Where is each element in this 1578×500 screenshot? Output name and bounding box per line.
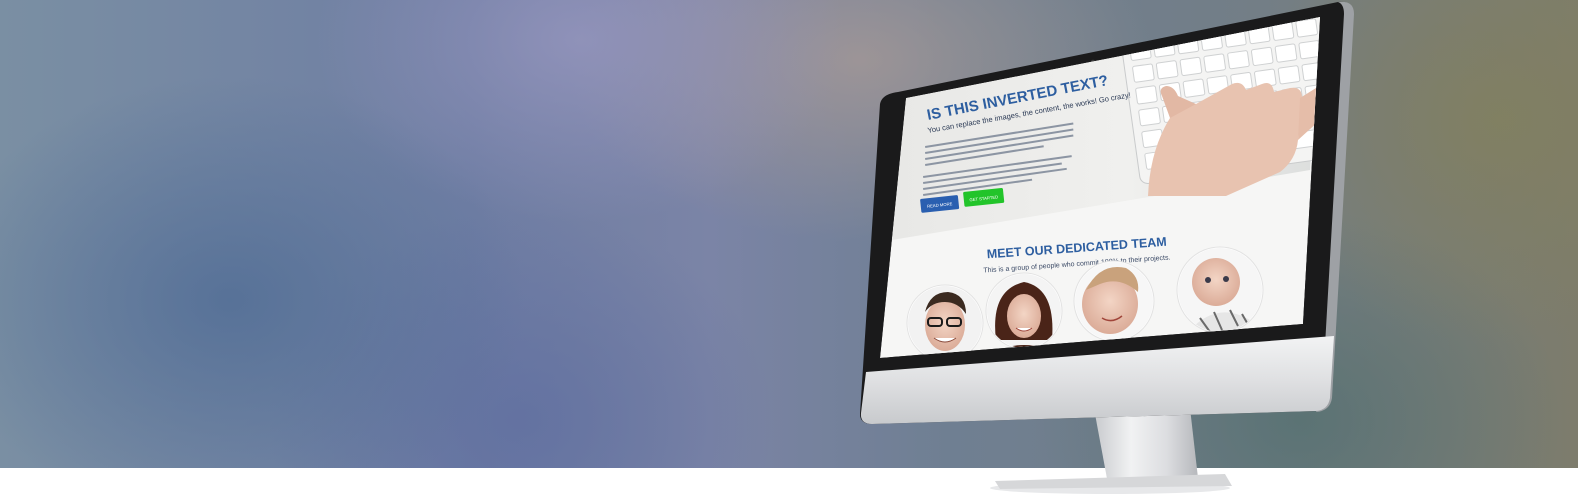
imac-icon: IS THIS INVERTED TEXT? You can replace t… — [860, 1, 1354, 494]
imac-screen: IS THIS INVERTED TEXT? You can replace t… — [880, 17, 1320, 358]
imac-stand — [1095, 408, 1198, 484]
